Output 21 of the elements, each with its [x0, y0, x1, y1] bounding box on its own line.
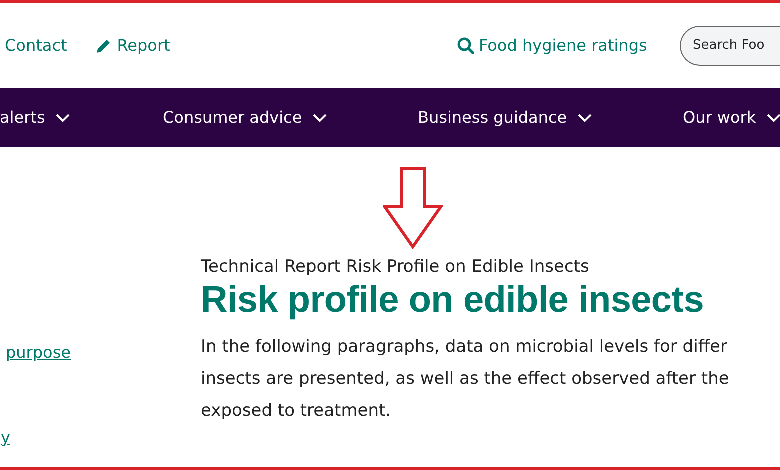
sidebar-link[interactable]: y	[1, 428, 10, 447]
page-heading: Risk profile on edible insects	[201, 279, 705, 321]
header-link[interactable]: Contact	[5, 36, 68, 55]
food-hygiene-link[interactable]: Food hygiene ratings	[457, 36, 679, 55]
header-link[interactable]: Report	[95, 36, 170, 55]
down-arrow-icon	[383, 167, 443, 249]
paragraph-line: In the following paragraphs, data on microbial levels for differ	[201, 336, 728, 359]
search-icon	[457, 36, 475, 54]
search-field[interactable]: Search Foo	[680, 26, 780, 66]
nav-menu-item[interactable]: Consumer advice	[163, 108, 418, 127]
paragraph-line: insects are presented, as well as the effect observed after the	[201, 368, 730, 391]
chevron-down-icon	[312, 112, 328, 122]
nav-menu-item[interactable]: alerts	[0, 108, 163, 127]
nav-menu-item[interactable]: Business guidance	[418, 108, 683, 127]
chevron-down-icon	[577, 112, 594, 122]
chevron-down-icon	[55, 112, 72, 122]
nav-menu-item[interactable]: Our work	[683, 108, 780, 127]
sidebar-link[interactable]: purpose	[6, 343, 71, 362]
report-subtitle: Technical Report Risk Profile on Edible Insects	[201, 257, 590, 277]
paragraph-line: exposed to treatment.	[201, 400, 392, 423]
chevron-down-icon	[766, 112, 780, 122]
